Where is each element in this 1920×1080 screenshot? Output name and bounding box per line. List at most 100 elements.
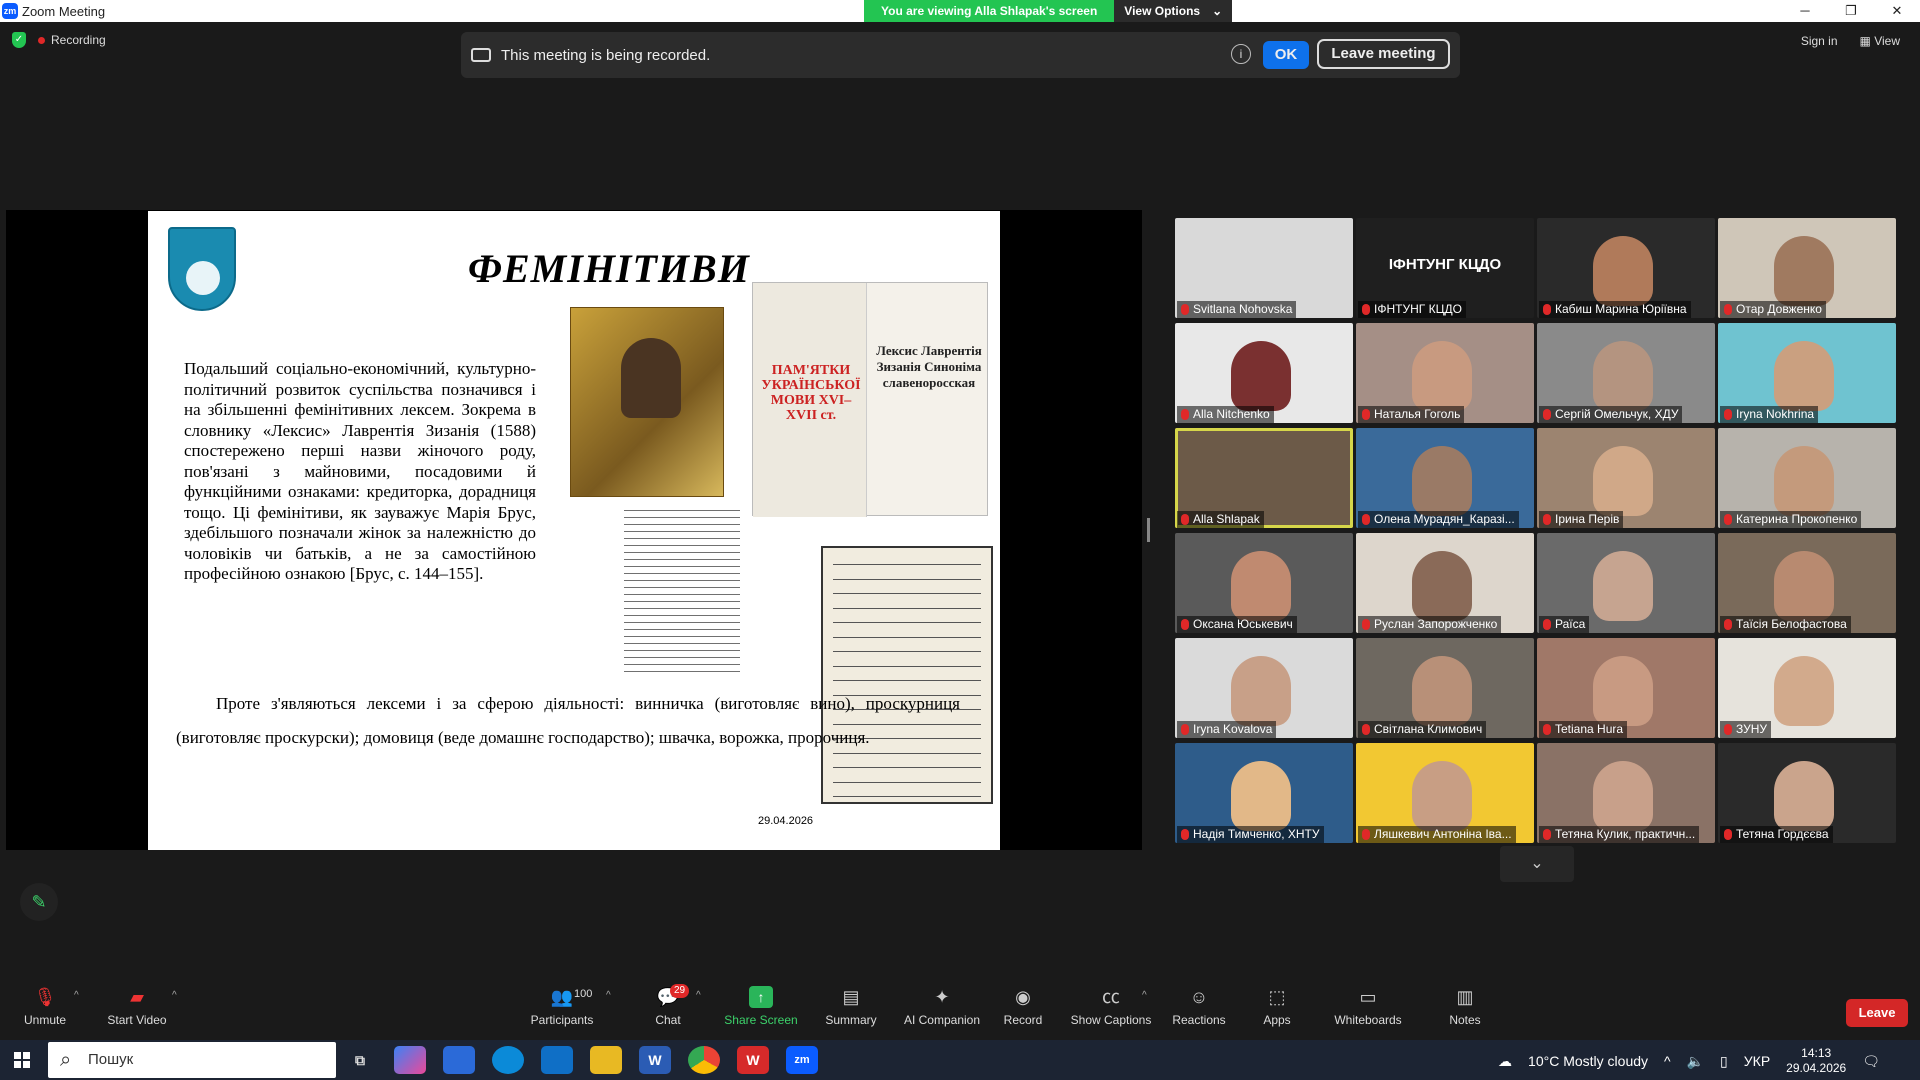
zoom-taskbar-icon[interactable]: zm bbox=[786, 1046, 818, 1074]
participant-tile[interactable]: ІФНТУНГ КЦДО ІФНТУНГ КЦДО bbox=[1356, 218, 1534, 318]
leave-button[interactable]: Leave bbox=[1846, 999, 1908, 1027]
reactions-button[interactable]: ☺ Reactions bbox=[1154, 986, 1244, 1027]
participant-tile[interactable]: Iryna Kovalova bbox=[1175, 638, 1353, 738]
participant-name-text: Руслан Запорожченко bbox=[1374, 617, 1498, 631]
participant-tile[interactable]: Світлана Климович bbox=[1356, 638, 1534, 738]
participant-tile[interactable]: Кабиш Марина Юріївна bbox=[1537, 218, 1715, 318]
annotate-pencil-icon[interactable]: ✎ bbox=[20, 883, 58, 921]
chrome-browser-icon[interactable] bbox=[688, 1046, 720, 1074]
whiteboards-label: Whiteboards bbox=[1334, 1013, 1402, 1027]
participant-tile[interactable]: Олена Мурадян_Каразі... bbox=[1356, 428, 1534, 528]
record-button[interactable]: ◉ Record bbox=[978, 986, 1068, 1027]
participant-tile[interactable]: Раїса bbox=[1537, 533, 1715, 633]
summary-button[interactable]: ▤ Summary bbox=[806, 986, 896, 1027]
encryption-shield-icon[interactable]: ✓ bbox=[12, 32, 26, 48]
lexis-page-image bbox=[624, 504, 740, 674]
participant-name: ЗУНУ bbox=[1720, 721, 1772, 738]
participant-name: Руслан Запорожченко bbox=[1358, 616, 1502, 633]
video-camera-icon bbox=[471, 48, 491, 62]
info-icon[interactable]: i bbox=[1231, 44, 1251, 64]
share-screen-button[interactable]: ↑ Share Screen bbox=[716, 986, 806, 1027]
muted-mic-icon bbox=[1362, 409, 1370, 420]
recording-indicator[interactable]: Recording bbox=[38, 33, 106, 47]
minimize-icon[interactable]: ─ bbox=[1782, 0, 1828, 22]
manuscript-line bbox=[833, 636, 981, 638]
audio-options-caret-icon[interactable]: ^ bbox=[74, 990, 79, 1001]
participant-name-text: ІФНТУНГ КЦДО bbox=[1374, 302, 1462, 316]
participant-video bbox=[1774, 341, 1834, 411]
whiteboards-button[interactable]: ▭ Whiteboards bbox=[1322, 986, 1414, 1027]
participant-tile[interactable]: Ірина Перів bbox=[1537, 428, 1715, 528]
windows-start-icon[interactable] bbox=[14, 1052, 30, 1068]
word-icon[interactable]: W bbox=[639, 1046, 671, 1074]
participant-name: Ляшкевич Антоніна Іва... bbox=[1358, 826, 1516, 843]
captions-caret-icon[interactable]: ^ bbox=[1142, 990, 1147, 1001]
slide-date: 29.04.2026 bbox=[758, 815, 814, 827]
notifications-icon[interactable]: 🗨 bbox=[1862, 1053, 1880, 1070]
muted-mic-icon bbox=[1543, 409, 1551, 420]
participants-button[interactable]: 👥 Participants 100 bbox=[512, 986, 612, 1027]
participant-tile[interactable]: Таїсія Белофастова bbox=[1718, 533, 1896, 633]
sign-in-link[interactable]: Sign in bbox=[1801, 34, 1838, 48]
participant-tile[interactable]: Отар Довженко bbox=[1718, 218, 1896, 318]
participant-name-text: Alla Shlapak bbox=[1193, 512, 1260, 526]
participant-tile[interactable]: Сергій Омельчук, ХДУ bbox=[1537, 323, 1715, 423]
participant-tile[interactable]: Надія Тимченко, ХНТУ bbox=[1175, 743, 1353, 843]
participant-tile[interactable]: Alla Shlapak bbox=[1175, 428, 1353, 528]
start-video-button[interactable]: ▰ Start Video bbox=[92, 986, 182, 1027]
participant-tile[interactable]: Тетяна Кулик, практичн... bbox=[1537, 743, 1715, 843]
participant-tile[interactable]: Svitlana Nohovska bbox=[1175, 218, 1353, 318]
apps-button[interactable]: ⬚ Apps bbox=[1232, 986, 1322, 1027]
tray-overflow-icon[interactable]: ^ bbox=[1664, 1053, 1671, 1069]
task-view-icon[interactable]: ⧉ bbox=[344, 1046, 376, 1074]
speaker-icon[interactable]: 🔈 bbox=[1687, 1053, 1704, 1070]
ok-button[interactable]: OK bbox=[1263, 41, 1309, 69]
participant-tile[interactable]: Тетяна Гордєєва bbox=[1718, 743, 1896, 843]
ai-sparkle-icon: ✦ bbox=[934, 987, 950, 1007]
notes-button[interactable]: ▥ Notes bbox=[1420, 986, 1510, 1027]
file-explorer-icon[interactable] bbox=[590, 1046, 622, 1074]
taskbar-search-input[interactable]: Пошук bbox=[48, 1042, 336, 1078]
participant-video bbox=[1774, 446, 1834, 516]
restore-icon[interactable]: ❐ bbox=[1828, 0, 1874, 22]
edge-browser-icon[interactable] bbox=[492, 1046, 524, 1074]
participant-tile[interactable]: Оксана Юськевич bbox=[1175, 533, 1353, 633]
participant-name: Кабиш Марина Юріївна bbox=[1539, 301, 1691, 318]
ai-companion-button[interactable]: ✦ AI Companion bbox=[892, 986, 992, 1027]
participant-name: Наталья Гоголь bbox=[1358, 406, 1465, 423]
clock-date: 29.04.2026 bbox=[1786, 1061, 1847, 1075]
leave-meeting-button[interactable]: Leave meeting bbox=[1317, 39, 1450, 69]
participant-tile[interactable]: Наталья Гоголь bbox=[1356, 323, 1534, 423]
weather-text[interactable]: 10°C Mostly cloudy bbox=[1528, 1053, 1648, 1069]
keyboard-language[interactable]: УКР bbox=[1744, 1053, 1770, 1069]
participant-tile[interactable]: Катерина Прокопенко bbox=[1718, 428, 1896, 528]
manuscript-line bbox=[833, 796, 981, 797]
participant-tile[interactable]: Alla Nitchenko bbox=[1175, 323, 1353, 423]
outlook-icon[interactable] bbox=[541, 1046, 573, 1074]
participant-tile[interactable]: Tetiana Hura bbox=[1537, 638, 1715, 738]
taskbar-clock[interactable]: 14:13 29.04.2026 bbox=[1786, 1046, 1846, 1076]
participant-tile[interactable]: ЗУНУ bbox=[1718, 638, 1896, 738]
participant-tile[interactable]: Iryna Nokhrina bbox=[1718, 323, 1896, 423]
copilot-icon[interactable] bbox=[394, 1046, 426, 1074]
network-icon[interactable]: ▯ bbox=[1720, 1053, 1728, 1070]
wps-office-icon[interactable]: W bbox=[737, 1046, 769, 1074]
participant-tile[interactable]: Руслан Запорожченко bbox=[1356, 533, 1534, 633]
participant-tile[interactable]: Ляшкевич Антоніна Іва... bbox=[1356, 743, 1534, 843]
close-icon[interactable]: ✕ bbox=[1874, 0, 1920, 22]
view-options-button[interactable]: View Options ⌄ bbox=[1114, 0, 1233, 22]
participant-name: Отар Довженко bbox=[1720, 301, 1826, 318]
manuscript-line bbox=[833, 767, 981, 768]
participants-caret-icon[interactable]: ^ bbox=[606, 990, 611, 1001]
video-off-icon: ▰ bbox=[130, 987, 144, 1007]
video-options-caret-icon[interactable]: ^ bbox=[172, 990, 177, 1001]
gallery-next-page-button[interactable]: ⌄ bbox=[1500, 846, 1574, 882]
muted-mic-icon bbox=[1724, 829, 1732, 840]
participant-name: Таїсія Белофастова bbox=[1720, 616, 1851, 633]
microsoft-store-icon[interactable] bbox=[443, 1046, 475, 1074]
participant-name-text: Alla Nitchenko bbox=[1193, 407, 1270, 421]
view-button[interactable]: ▦ View bbox=[1860, 34, 1900, 48]
chat-caret-icon[interactable]: ^ bbox=[696, 990, 701, 1001]
panel-splitter-handle[interactable] bbox=[1147, 518, 1150, 542]
book-cover-image: ПАМ'ЯТКИ УКРАЇНСЬКОЇ МОВИ XVI–XVII ст. Л… bbox=[752, 282, 988, 517]
